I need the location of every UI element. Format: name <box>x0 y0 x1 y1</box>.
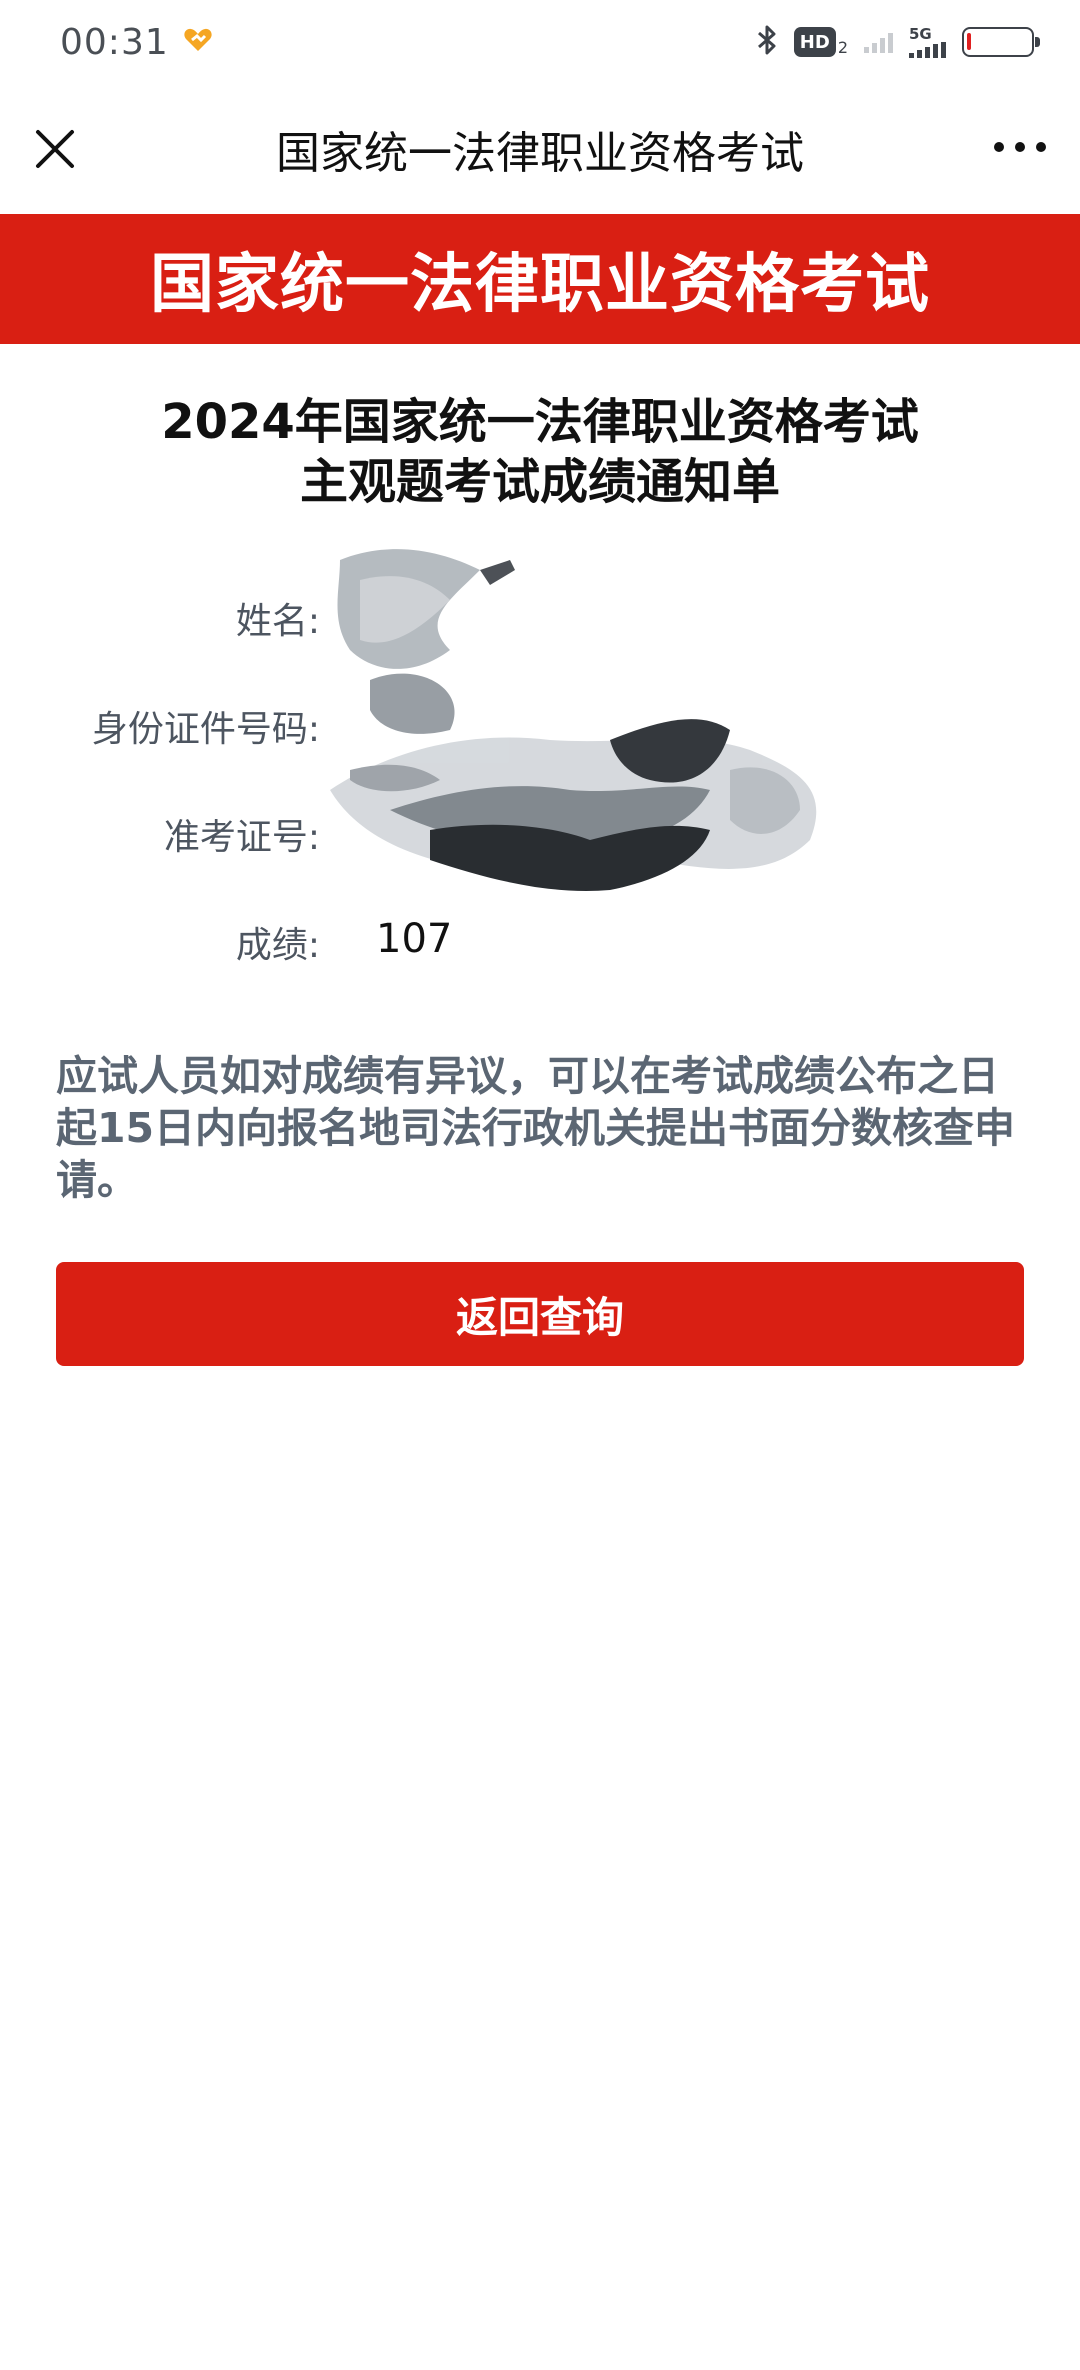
score-label: 成绩: <box>235 925 320 966</box>
close-icon[interactable] <box>32 126 78 172</box>
redaction-smear <box>330 549 817 891</box>
battery-icon <box>962 27 1040 57</box>
name-label: 姓名: <box>235 601 320 642</box>
hd-badge: HD <box>793 27 836 57</box>
hd-indicator: HD 2 <box>793 27 848 57</box>
network-5g-indicator: 5G <box>909 24 946 58</box>
notice-title: 2024年国家统一法律职业资格考试 主观题考试成绩通知单 <box>0 392 1080 512</box>
battery-level <box>967 33 971 50</box>
admission-number-label: 准考证号: <box>163 817 320 858</box>
header-banner: 国家统一法律职业资格考试 <box>0 214 1080 344</box>
appeal-notice: 应试人员如对成绩有异议，可以在考试成绩公布之日起15日内向报名地司法行政机关提出… <box>56 1052 1016 1204</box>
back-to-query-label: 返回查询 <box>455 1292 624 1342</box>
status-time: 00:31 <box>60 21 169 63</box>
nav-bar: 国家统一法律职业资格考试 <box>0 84 1080 214</box>
id-number-label: 身份证件号码: <box>91 709 320 750</box>
status-left: 00:31 <box>60 22 213 63</box>
nav-title: 国家统一法律职业资格考试 <box>276 128 804 179</box>
network-label: 5G <box>909 24 932 43</box>
back-to-query-button[interactable]: 返回查询 <box>56 1262 1024 1366</box>
screen: 00:31 HD 2 5G 国家统一法律职业资格考试 国家统一法律职业资格考试 … <box>0 0 1080 2370</box>
heart-notification-icon <box>183 27 213 57</box>
signal-sim1-icon <box>864 31 893 53</box>
notice-title-line1: 2024年国家统一法律职业资格考试 <box>161 394 919 450</box>
signal-sim2-icon <box>909 41 946 58</box>
status-right: HD 2 5G <box>756 24 1040 60</box>
bluetooth-icon <box>756 24 778 60</box>
more-icon[interactable] <box>994 142 1046 152</box>
notice-title-line2: 主观题考试成绩通知单 <box>299 454 780 510</box>
hd-sub: 2 <box>837 38 848 57</box>
status-bar: 00:31 HD 2 5G <box>0 0 1080 84</box>
banner-title: 国家统一法律职业资格考试 <box>150 248 930 322</box>
